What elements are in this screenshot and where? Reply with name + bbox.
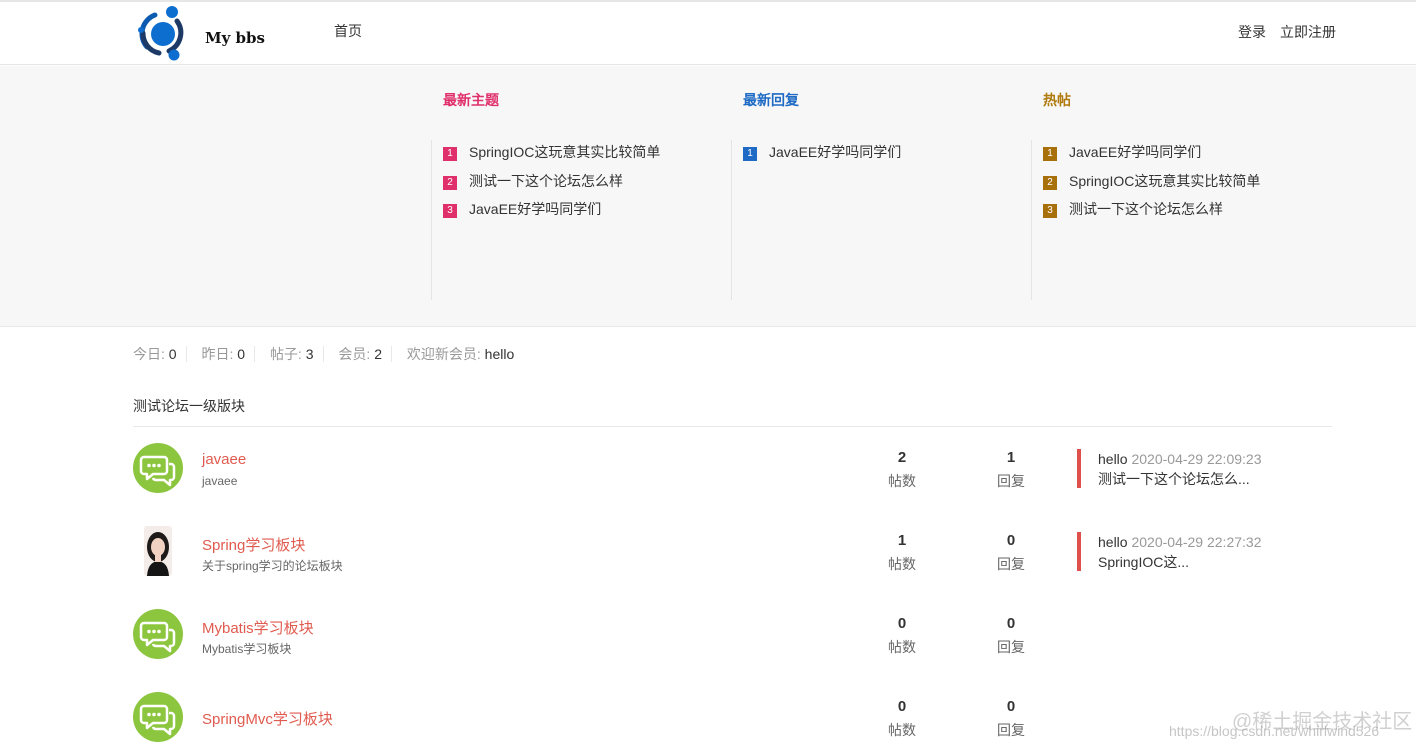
last-post: hello 2020-04-29 22:27:32 SpringIOC这...	[1077, 532, 1261, 571]
forum-row: Spring学习板块 关于spring学习的论坛板块 1 帖数 0 回复 hello…	[133, 526, 1332, 586]
latest-replies-title: 最新回复	[743, 92, 799, 108]
stat-members: 会员: 2	[338, 346, 392, 362]
column-divider	[731, 140, 732, 300]
hot-post-item[interactable]: 2 SpringIOC这玩意其实比较简单	[1043, 171, 1260, 200]
header: My bbs 首页 登录 立即注册	[0, 2, 1416, 65]
hot-post-item[interactable]: 1 JavaEE好学吗同学们	[1043, 142, 1260, 171]
chat-bubble-icon[interactable]	[133, 609, 183, 659]
logo-icon[interactable]	[133, 3, 193, 63]
url-watermark: https://blog.csdn.net/whirlwind526	[1169, 723, 1380, 739]
post-count: 0 帖数	[888, 698, 916, 738]
section-divider	[133, 426, 1332, 427]
login-link[interactable]: 登录	[1238, 22, 1266, 42]
post-count: 0 帖数	[888, 615, 916, 655]
user-photo-avatar[interactable]	[133, 526, 183, 576]
register-link[interactable]: 立即注册	[1280, 22, 1336, 42]
post-count: 2 帖数	[888, 449, 916, 489]
latest-replies-column: 最新回复 1 JavaEE好学吗同学们	[731, 90, 1031, 300]
chat-bubble-icon[interactable]	[133, 443, 183, 493]
latest-reply-item[interactable]: 1 JavaEE好学吗同学们	[743, 142, 901, 171]
rank-badge: 1	[443, 147, 457, 161]
rank-badge: 3	[443, 204, 457, 218]
forum-name-link[interactable]: javaee	[202, 451, 246, 468]
last-post-user[interactable]: hello	[1098, 534, 1128, 550]
last-post-subject[interactable]: SpringIOC这...	[1098, 552, 1261, 572]
chat-bubble-icon[interactable]	[133, 692, 183, 742]
forum-row: javaee javaee 2 帖数 1 回复 hello 2020-04-29 2…	[133, 443, 1332, 503]
logo-text[interactable]: My bbs	[205, 29, 265, 47]
column-divider	[1031, 140, 1032, 300]
section-title[interactable]: 测试论坛一级版块	[133, 396, 245, 416]
reply-count: 0 回复	[997, 532, 1025, 572]
forum-description: 关于spring学习的论坛板块	[202, 559, 343, 573]
last-post-user[interactable]: hello	[1098, 451, 1128, 467]
rank-badge: 1	[1043, 147, 1057, 161]
latest-topic-item[interactable]: 1 SpringIOC这玩意其实比较简单	[443, 142, 660, 171]
topic-link[interactable]: SpringIOC这玩意其实比较简单	[1069, 173, 1260, 189]
forum-name-link[interactable]: SpringMvc学习板块	[202, 708, 333, 729]
reply-count: 1 回复	[997, 449, 1025, 489]
last-post-time: 2020-04-29 22:27:32	[1131, 534, 1262, 550]
forum-description: Mybatis学习板块	[202, 642, 292, 656]
last-post: hello 2020-04-29 22:09:23 测试一下这个论坛怎么...	[1077, 449, 1261, 488]
stat-yesterday: 昨日: 0	[201, 346, 256, 362]
reply-count: 0 回复	[997, 615, 1025, 655]
topic-link[interactable]: JavaEE好学吗同学们	[1069, 144, 1201, 160]
last-post-time: 2020-04-29 22:09:23	[1131, 451, 1262, 467]
rank-badge: 1	[743, 147, 757, 161]
forum-row: SpringMvc学习板块 0 帖数 0 回复	[133, 692, 1332, 752]
forum-name-link[interactable]: Mybatis学习板块	[202, 617, 314, 638]
forum-name-link[interactable]: Spring学习板块	[202, 534, 305, 555]
forum-description: javaee	[202, 474, 238, 488]
last-post-subject[interactable]: 测试一下这个论坛怎么...	[1098, 469, 1261, 489]
latest-topics-list: 1 SpringIOC这玩意其实比较简单 2 测试一下这个论坛怎么样 3 JavaEE…	[443, 142, 660, 228]
forum-row: Mybatis学习板块 Mybatis学习板块 0 帖数 0 回复	[133, 609, 1332, 669]
topic-link[interactable]: JavaEE好学吗同学们	[469, 201, 601, 217]
latest-replies-list: 1 JavaEE好学吗同学们	[743, 142, 901, 171]
new-member-link[interactable]: hello	[485, 346, 515, 362]
latest-topic-item[interactable]: 3 JavaEE好学吗同学们	[443, 199, 660, 228]
nav-home-link[interactable]: 首页	[334, 21, 362, 41]
topic-link[interactable]: JavaEE好学吗同学们	[769, 144, 901, 160]
topic-link[interactable]: SpringIOC这玩意其实比较简单	[469, 144, 660, 160]
hot-posts-column: 热帖 1 JavaEE好学吗同学们 2 SpringIOC这玩意其实比较简单 3 测试…	[1031, 90, 1331, 300]
latest-topic-item[interactable]: 2 测试一下这个论坛怎么样	[443, 171, 660, 200]
site-stats: 今日: 0 昨日: 0 帖子: 3 会员: 2 欢迎新会员: hello	[133, 346, 534, 362]
hot-posts-title: 热帖	[1043, 92, 1071, 108]
reply-count: 0 回复	[997, 698, 1025, 738]
latest-topics-title: 最新主题	[443, 92, 499, 108]
latest-topics-column: 最新主题 1 SpringIOC这玩意其实比较简单 2 测试一下这个论坛怎么样 3J…	[431, 90, 731, 300]
column-divider	[431, 140, 432, 300]
post-count: 1 帖数	[888, 532, 916, 572]
hot-post-item[interactable]: 3 测试一下这个论坛怎么样	[1043, 199, 1260, 228]
topic-link[interactable]: 测试一下这个论坛怎么样	[1069, 201, 1223, 217]
stat-welcome: 欢迎新会员: hello	[406, 346, 515, 362]
overview-panel: 最新主题 1 SpringIOC这玩意其实比较简单 2 测试一下这个论坛怎么样 3J…	[0, 66, 1416, 327]
topic-link[interactable]: 测试一下这个论坛怎么样	[469, 173, 623, 189]
rank-badge: 2	[443, 175, 457, 190]
stat-posts: 帖子: 3	[270, 346, 324, 362]
rank-badge: 2	[1043, 175, 1057, 190]
rank-badge: 3	[1043, 204, 1057, 218]
hot-posts-list: 1 JavaEE好学吗同学们 2 SpringIOC这玩意其实比较简单 3 测试一下这…	[1043, 142, 1260, 228]
stat-today: 今日: 0	[133, 346, 187, 362]
